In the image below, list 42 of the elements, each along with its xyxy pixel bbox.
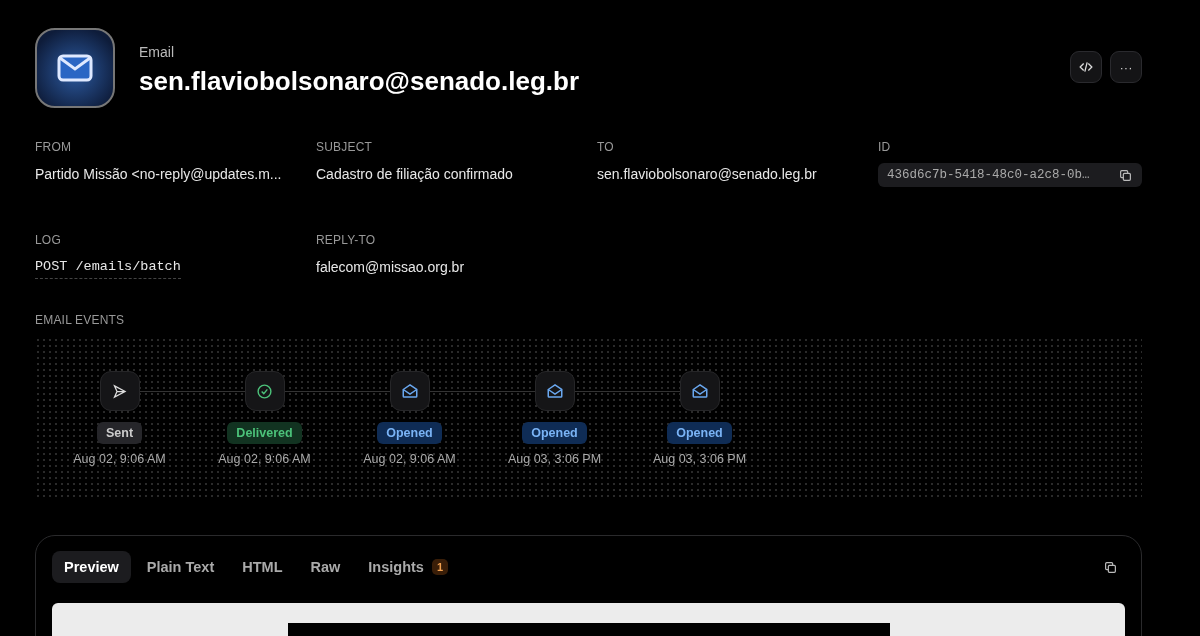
tab[interactable]: HTML [230,551,295,583]
field-value: Partido Missão <no-reply@updates.m... [35,166,282,182]
status-badge: Opened [522,422,587,444]
field-label: FROM [35,140,72,154]
field-value: Cadastro de filiação confirmado [316,166,513,182]
open-envelope-icon [545,382,564,400]
page-title: sen.flaviobolsonaro@senado.leg.br [139,65,580,97]
id-field: 436d6c7b-5418-48c0-a2c8-0b… [878,163,1142,187]
field-value: falecom@missao.org.br [316,259,465,275]
tab[interactable]: Preview [52,551,131,583]
field-value: sen.flaviobolsonaro@senado.leg.br [597,166,817,182]
tab[interactable]: Raw [298,551,353,583]
code-button[interactable] [1070,51,1102,83]
field-label: LOG [35,233,61,247]
send-icon [112,383,127,399]
event-time: Aug 03, 3:06 PM [507,452,602,466]
status-badge: Opened [667,422,732,444]
copy-icon[interactable] [1104,560,1117,574]
status-badge: Opened [377,422,442,444]
code-icon [1079,60,1093,74]
event-time: Aug 02, 9:06 AM [73,452,166,466]
check-circle-icon [256,382,273,400]
email-app-icon [35,28,115,108]
open-envelope-icon [690,382,709,400]
tab[interactable]: Insights 1 [356,551,461,583]
status-badge: Sent [96,422,143,444]
more-button[interactable]: ··· [1110,51,1142,83]
field-label: SUBJECT [316,140,373,154]
event-time: Aug 02, 9:06 AM [218,452,311,466]
count-badge: 1 [431,559,449,575]
field-label: TO [597,140,614,154]
field-label: ID [878,140,891,154]
copy-icon[interactable] [1119,168,1132,182]
page-kind-label: Email [139,43,175,60]
event-time: Aug 03, 3:06 PM [652,452,747,466]
section-label: EMAIL EVENTS [35,313,126,327]
tab[interactable]: Plain Text [134,551,227,583]
log-link[interactable]: POST /emails/batch [35,259,181,279]
field-label: REPLY-TO [316,233,376,247]
status-badge: Delivered [227,422,302,444]
event-time: Aug 02, 9:06 AM [363,452,456,466]
open-envelope-icon [400,382,419,400]
